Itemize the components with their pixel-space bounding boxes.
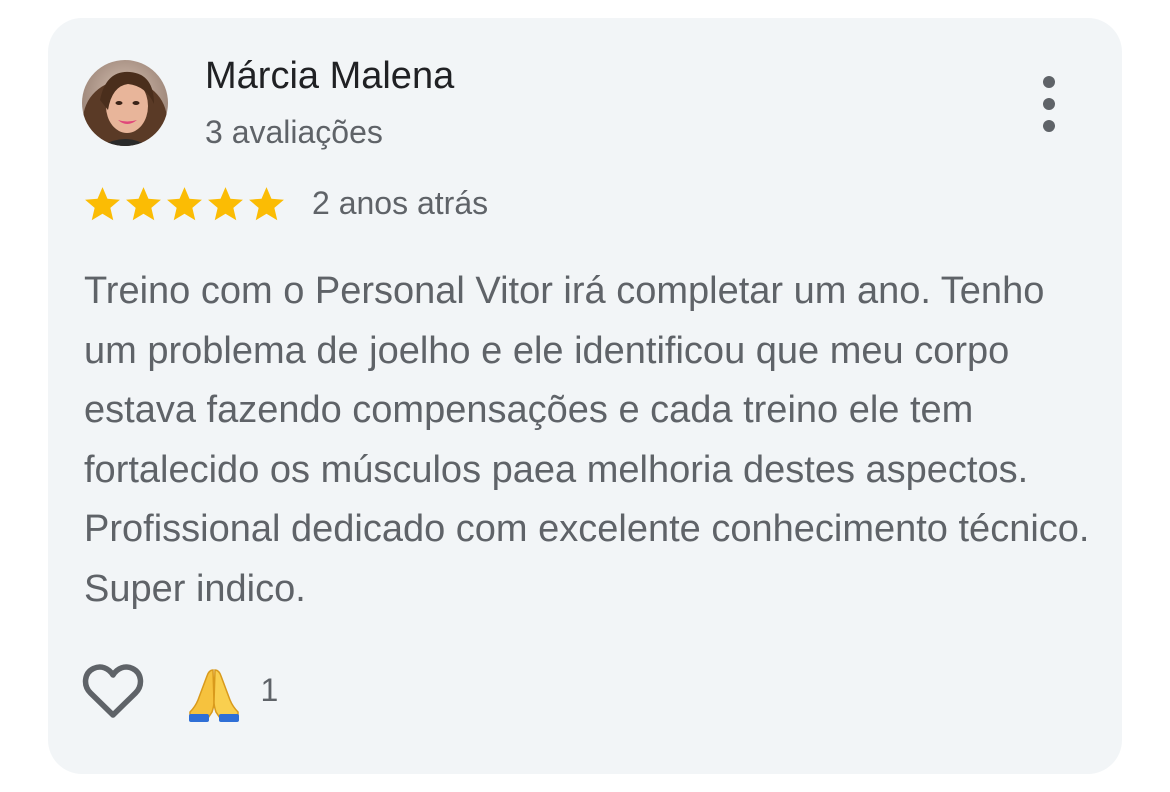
star-icon <box>85 187 120 221</box>
more-vertical-icon-dot <box>1043 98 1055 110</box>
review-text: Treino com o Personal Vitor irá completa… <box>84 270 1090 610</box>
more-vertical-icon <box>1043 76 1055 88</box>
reaction-chip[interactable]: 1 <box>186 666 279 722</box>
star-icon <box>249 187 284 221</box>
author-review-count[interactable]: 3 avaliações <box>205 114 383 151</box>
star-rating <box>82 184 287 226</box>
more-vertical-icon-dot <box>1043 120 1055 132</box>
review-time: 2 anos atrás <box>312 185 489 221</box>
review-card: Márcia Malena 3 avaliações 2 anos atrás … <box>48 18 1122 774</box>
reaction-count: 1 <box>260 671 279 708</box>
star-icon <box>167 187 202 221</box>
heart-outline-icon <box>82 664 144 718</box>
avatar-photo <box>82 60 168 146</box>
author-name[interactable]: Márcia Malena <box>205 55 454 98</box>
avatar[interactable] <box>82 60 168 146</box>
star-icon <box>208 187 243 221</box>
more-options-button[interactable] <box>1032 74 1068 134</box>
star-icon <box>126 187 161 221</box>
folded-hands-icon <box>189 669 239 722</box>
like-button[interactable] <box>82 662 144 720</box>
